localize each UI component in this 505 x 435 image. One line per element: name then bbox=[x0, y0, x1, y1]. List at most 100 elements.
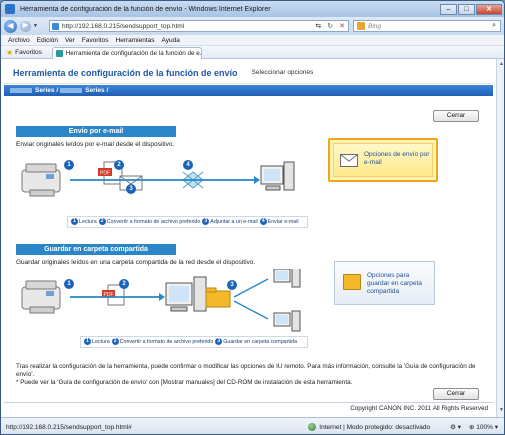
folder-badge-3: 3 bbox=[227, 280, 237, 290]
email-badge-4: 4 bbox=[183, 160, 193, 170]
series-label-1: Series / bbox=[35, 87, 59, 94]
scroll-down-icon[interactable]: ▼ bbox=[498, 407, 504, 415]
email-badge-1: 1 bbox=[64, 160, 74, 170]
browser-tab[interactable]: Herramienta de configuración de la funci… bbox=[51, 46, 202, 59]
ie-logo-icon bbox=[5, 4, 15, 14]
folder-step-1-label: Lectura bbox=[92, 338, 110, 345]
envelope-icon bbox=[340, 154, 358, 167]
security-zone-label: Internet | Modo protegido: desactivado bbox=[319, 423, 431, 431]
scroll-up-icon[interactable]: ▲ bbox=[498, 61, 504, 69]
copyright: Copyright CANON INC. 2011 All Rights Res… bbox=[4, 402, 493, 415]
email-options-label[interactable]: Opciones de envío por e-mail bbox=[364, 151, 434, 167]
zoom-icon: ⊕ bbox=[469, 424, 475, 431]
menu-herramientas[interactable]: Herramientas bbox=[116, 37, 155, 44]
footer-note-1: Tras realizar la configuración de la her… bbox=[16, 363, 476, 378]
favorites-button[interactable]: Favoritos bbox=[15, 49, 42, 56]
page-header: Herramienta de configuración de la funci… bbox=[4, 62, 493, 84]
folder-options-label[interactable]: Opciones para guardar en carpeta compart… bbox=[367, 272, 431, 296]
menu-bar: Archivo Edición Ver Favoritos Herramient… bbox=[1, 35, 504, 46]
compat-view-icon[interactable]: ⇆ bbox=[315, 22, 321, 30]
search-box[interactable]: Bing ⌕ bbox=[353, 20, 501, 32]
client-computer-top-icon bbox=[273, 269, 301, 288]
back-button[interactable]: ◀ bbox=[4, 19, 17, 33]
client-computer-bottom-icon bbox=[273, 310, 301, 332]
cancel-button-bottom[interactable]: Cerrar bbox=[433, 388, 479, 400]
email-step-4-num: 4 bbox=[259, 218, 267, 225]
close-window-button[interactable]: ✕ bbox=[476, 3, 502, 15]
minimize-button[interactable]: – bbox=[440, 3, 457, 15]
page-icon bbox=[52, 22, 59, 30]
series-bar: Series / Series / bbox=[4, 85, 493, 96]
bing-icon bbox=[357, 22, 365, 30]
email-step-2-label: Convertir a formato de archivo preferido bbox=[106, 218, 201, 225]
favorites-bar: ★ Favoritos Herramienta de configuración… bbox=[1, 46, 504, 59]
email-steps: 1 Lectura 2 Convertir a formato de archi… bbox=[71, 218, 301, 225]
security-zone[interactable]: Internet | Modo protegido: desactivado bbox=[308, 423, 430, 431]
folder-step-3-label: Guardar en carpeta compartida bbox=[223, 338, 297, 345]
email-section-title: Envío por e-mail bbox=[16, 126, 176, 137]
browser-window: Herramienta de configuración de la funci… bbox=[0, 0, 505, 435]
printer-icon bbox=[21, 280, 61, 314]
vertical-scrollbar[interactable]: ▲ ▼ bbox=[496, 59, 504, 417]
forward-button[interactable]: ▶ bbox=[20, 20, 31, 32]
maximize-button[interactable]: □ bbox=[458, 3, 475, 15]
printer-icon bbox=[21, 163, 61, 197]
email-step-1-label: Lectura bbox=[79, 218, 97, 225]
stop-icon[interactable]: ✕ bbox=[339, 22, 345, 30]
menu-favoritos[interactable]: Favoritos bbox=[82, 37, 109, 44]
email-step-2-num: 2 bbox=[98, 218, 106, 225]
folder-steps: 1 Lectura 2 Convertir a formato de archi… bbox=[84, 338, 299, 345]
menu-ver[interactable]: Ver bbox=[65, 37, 75, 44]
status-bar: http://192.168.0.215/sendsupport_top.htm… bbox=[1, 417, 504, 434]
title-bar: Herramienta de configuración de la funci… bbox=[1, 1, 504, 17]
menu-ayuda[interactable]: Ayuda bbox=[162, 37, 180, 44]
tab-page-icon bbox=[55, 49, 63, 57]
cancel-button-top[interactable]: Cerrar bbox=[433, 110, 479, 122]
folder-step-3-num: 3 bbox=[215, 338, 223, 345]
status-url: http://192.168.0.215/sendsupport_top.htm… bbox=[6, 423, 132, 431]
address-bar: ◀ ▶ ▼ http://192.168.0.215/sendsupport_t… bbox=[1, 17, 504, 35]
url-field[interactable]: http://192.168.0.215/sendsupport_top.htm… bbox=[49, 20, 349, 32]
zoom-control[interactable]: ⊕ 100% ▾ bbox=[469, 423, 498, 431]
refresh-icon[interactable]: ↻ bbox=[327, 22, 333, 30]
folder-icon bbox=[343, 274, 361, 290]
history-dropdown-icon[interactable]: ▼ bbox=[33, 23, 38, 29]
email-options-button[interactable]: Opciones de envío por e-mail bbox=[328, 138, 438, 182]
menu-archivo[interactable]: Archivo bbox=[8, 37, 30, 44]
email-step-3-label: Adjuntar a un e-mail bbox=[210, 218, 258, 225]
folder-section-description: Guardar originales leídos en una carpeta… bbox=[16, 259, 256, 266]
redacted-series-block bbox=[10, 88, 32, 93]
search-icon[interactable]: ⌕ bbox=[492, 22, 496, 30]
redacted-series-block-2 bbox=[60, 88, 83, 93]
url-text[interactable]: http://192.168.0.215/sendsupport_top.htm… bbox=[62, 23, 312, 30]
star-icon[interactable]: ★ bbox=[6, 48, 13, 57]
folder-options-button[interactable]: Opciones para guardar en carpeta compart… bbox=[334, 261, 435, 305]
series-label-2: Series / bbox=[85, 87, 109, 94]
page-content: Herramienta de configuración de la funci… bbox=[1, 59, 496, 417]
window-controls: – □ ✕ bbox=[439, 3, 502, 15]
window-title: Herramienta de configuración de la funci… bbox=[20, 5, 271, 13]
computer-icon bbox=[260, 161, 295, 191]
folder-badge-2: 2 bbox=[119, 279, 129, 289]
email-badge-2: 2 bbox=[114, 160, 124, 170]
zoom-dropdown-icon[interactable]: ▾ bbox=[493, 424, 498, 431]
folder-badge-1: 1 bbox=[64, 279, 74, 289]
folder-step-2-label: Convertir a formato de archivo preferido bbox=[119, 338, 214, 345]
email-pdf-label: PDF bbox=[100, 171, 110, 177]
menu-edicion[interactable]: Edición bbox=[37, 37, 58, 44]
globe-icon bbox=[308, 423, 317, 431]
email-step-3-num: 3 bbox=[202, 218, 210, 225]
zoom-value: 100% bbox=[476, 424, 493, 431]
tab-label[interactable]: Herramienta de configuración de la funci… bbox=[66, 50, 201, 57]
folder-step-1-num: 1 bbox=[84, 338, 91, 345]
server-computer-icon bbox=[165, 276, 207, 312]
settings-icon[interactable]: ⚙ ▾ bbox=[450, 423, 461, 431]
email-flow-diagram: PDF bbox=[21, 161, 295, 197]
folder-flow-diagram: PDF bbox=[21, 269, 301, 332]
folder-section-title: Guardar en carpeta compartida bbox=[16, 244, 176, 255]
email-step-1-num: 1 bbox=[71, 218, 78, 225]
search-input[interactable]: Bing bbox=[368, 23, 492, 30]
email-step-4-label: Enviar e-mail bbox=[267, 218, 299, 225]
shared-folder-icon bbox=[205, 287, 231, 308]
page-title: Herramienta de configuración de la funci… bbox=[13, 67, 238, 78]
